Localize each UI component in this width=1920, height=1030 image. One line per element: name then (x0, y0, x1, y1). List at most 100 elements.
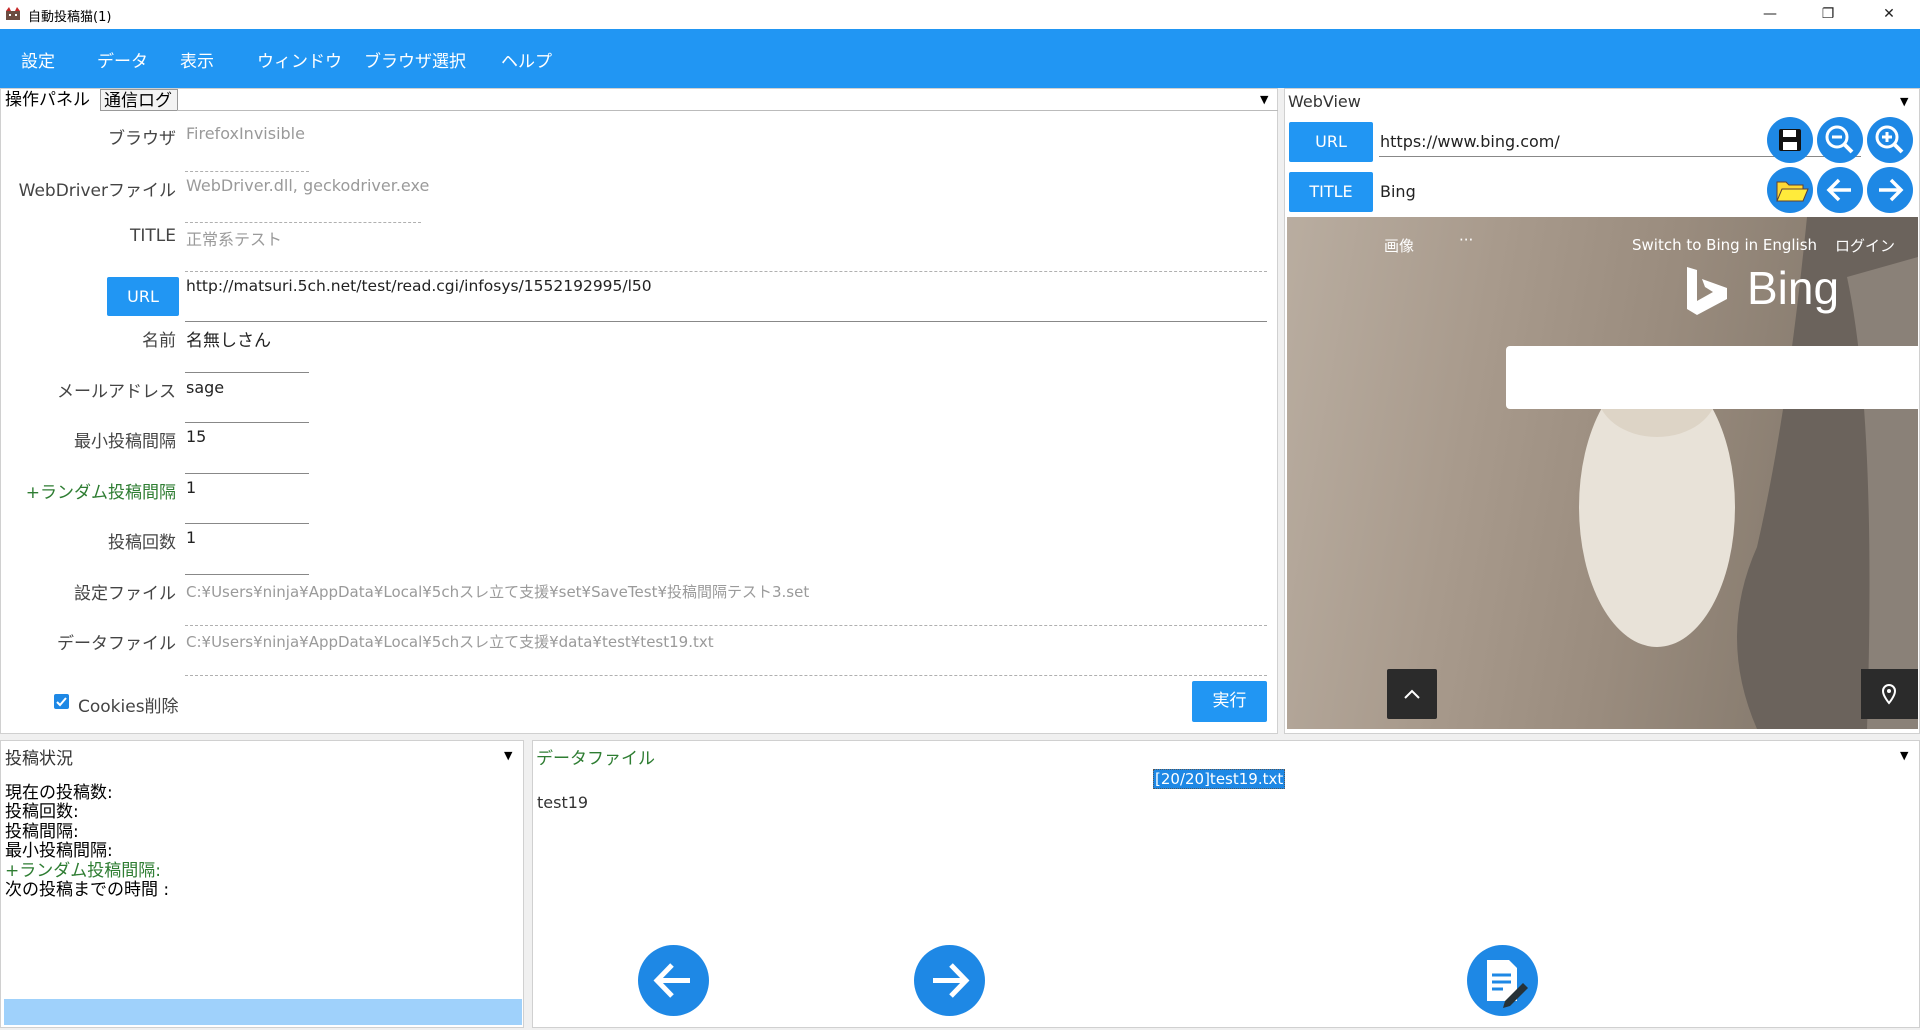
cookies-checkbox[interactable] (54, 694, 69, 709)
divider (185, 422, 309, 423)
location-pin-icon (1881, 683, 1897, 705)
data-file-value: C:¥Users¥ninja¥AppData¥Local¥5chスレ立て支援¥d… (186, 633, 714, 651)
zoom-out-button[interactable] (1817, 117, 1863, 163)
divider (185, 372, 309, 373)
menu-data[interactable]: データ (97, 47, 148, 72)
title-value: 正常系テスト (186, 230, 283, 249)
save-button[interactable] (1767, 117, 1813, 163)
random-interval-label-text: +ランダム投稿間隔 (25, 483, 176, 503)
bing-nav-images[interactable]: 画像 (1384, 235, 1414, 256)
settings-file-value: C:¥Users¥ninja¥AppData¥Local¥5chスレ立て支援¥s… (186, 583, 810, 601)
title-label: TITLE (130, 226, 176, 246)
status-next-post-time: 次の投稿までの時間 : (5, 880, 170, 900)
divider (185, 574, 309, 575)
divider (185, 321, 1267, 322)
close-button[interactable]: ✕ (1866, 0, 1912, 29)
bing-nav-more[interactable]: ··· (1459, 231, 1473, 249)
divider (185, 473, 309, 474)
scroll-top-button[interactable] (1387, 669, 1437, 719)
control-panel: 操作パネル 通信ログ ▼ ブラウザ FirefoxInvisible WebDr… (0, 88, 1278, 734)
name-input[interactable]: 名無しさん (186, 326, 271, 351)
run-button[interactable]: 実行 (1192, 681, 1267, 722)
post-status-header: 投稿状況 (5, 749, 73, 769)
divider (185, 171, 309, 172)
zoom-in-button[interactable] (1867, 117, 1913, 163)
divider (185, 271, 1267, 272)
webview-url-button[interactable]: URL (1289, 122, 1373, 162)
status-post-interval: 投稿間隔: (5, 822, 79, 842)
data-prev-button[interactable] (638, 945, 709, 1016)
webview-url-input[interactable]: https://www.bing.com/ (1380, 132, 1560, 151)
status-current-posts: 現在の投稿数: (5, 783, 113, 803)
arrow-right-icon (933, 963, 970, 998)
settings-file-label: 設定ファイル (74, 584, 176, 604)
url-input[interactable]: http://matsuri.5ch.net/test/read.cgi/inf… (186, 277, 652, 295)
save-icon (1779, 129, 1801, 151)
webdriver-label: WebDriverファイル (18, 181, 176, 201)
bing-logo-text: Bing (1747, 262, 1840, 314)
edit-document-icon (1487, 960, 1528, 1008)
cookies-checkbox-label[interactable]: Cookies削除 (78, 692, 179, 717)
name-label: 名前 (142, 331, 176, 351)
zoom-in-icon (1875, 125, 1904, 154)
folder-icon (1776, 181, 1809, 202)
menu-settings[interactable]: 設定 (21, 47, 55, 72)
menu-view[interactable]: 表示 (180, 47, 214, 72)
menu-window[interactable]: ウィンドウ (257, 47, 342, 72)
webview-title-button[interactable]: TITLE (1289, 172, 1373, 212)
bing-search-box[interactable] (1506, 346, 1918, 409)
minimize-button[interactable]: — (1747, 0, 1793, 29)
data-file-indicator: [20/20]test19.txt (1153, 769, 1286, 789)
arrow-left-icon (653, 963, 690, 998)
webview-forward-button[interactable] (1867, 167, 1913, 213)
post-count-input[interactable]: 1 (186, 528, 196, 547)
divider (185, 625, 1267, 626)
restore-button[interactable]: ❐ (1805, 0, 1851, 29)
webview-header: WebView (1288, 92, 1361, 111)
divider (185, 222, 421, 223)
status-min-interval: 最小投稿間隔: (5, 841, 113, 861)
random-interval-label: +ランダム投稿間隔 (1, 478, 176, 503)
checkmark-icon (56, 697, 67, 707)
email-label: メールアドレス (57, 382, 176, 402)
tab-comm-log[interactable]: 通信ログ (100, 89, 178, 111)
status-post-count: 投稿回数: (5, 802, 79, 822)
data-file-content[interactable]: test19 (537, 793, 588, 812)
email-input[interactable]: sage (186, 378, 224, 397)
app-cat-icon (6, 7, 20, 20)
min-interval-input[interactable]: 15 (186, 427, 206, 446)
open-folder-button[interactable] (1767, 167, 1813, 213)
post-status-dropdown-icon[interactable]: ▼ (504, 749, 512, 762)
min-interval-label: 最小投稿間隔 (74, 432, 176, 452)
arrow-left-icon (1826, 178, 1851, 202)
location-button[interactable] (1861, 669, 1918, 719)
data-next-button[interactable] (914, 945, 985, 1016)
bing-login[interactable]: ログイン (1835, 235, 1895, 256)
status-random-interval: +ランダム投稿間隔: (5, 861, 161, 881)
progress-bar (4, 999, 522, 1025)
title-bar: 自動投稿猫(1) — ❐ ✕ (0, 0, 1920, 29)
webview-dropdown-icon[interactable]: ▼ (1900, 95, 1908, 108)
tab-underline (177, 110, 1278, 111)
post-count-label: 投稿回数 (108, 533, 176, 553)
data-file-panel: データファイル ▼ [20/20]test19.txt test19 (532, 740, 1920, 1028)
menu-bar: 設定 データ 表示 ウィンドウ ブラウザ選択 ヘルプ (0, 29, 1920, 88)
post-status-panel: 投稿状況 ▼ 現在の投稿数: 投稿回数: 投稿間隔: 最小投稿間隔: +ランダム… (0, 740, 524, 1028)
url-button[interactable]: URL (107, 277, 179, 316)
browser-label: ブラウザ (108, 129, 176, 149)
data-file-dropdown-icon[interactable]: ▼ (1900, 749, 1908, 762)
bing-switch-english[interactable]: Switch to Bing in English (1632, 236, 1817, 254)
webdriver-value: WebDriver.dll, geckodriver.exe (186, 176, 430, 195)
arrow-right-icon (1879, 178, 1904, 202)
random-interval-input[interactable]: 1 (186, 478, 196, 497)
window-title: 自動投稿猫(1) (28, 10, 112, 25)
panel-dropdown-icon[interactable]: ▼ (1260, 93, 1268, 106)
zoom-out-icon (1825, 125, 1854, 154)
webview-back-button[interactable] (1817, 167, 1863, 213)
menu-help[interactable]: ヘルプ (501, 47, 552, 72)
data-edit-button[interactable] (1467, 945, 1538, 1016)
menu-browser-select[interactable]: ブラウザ選択 (364, 47, 466, 72)
data-file-label: データファイル (57, 634, 176, 654)
tab-operation-panel[interactable]: 操作パネル (5, 89, 90, 111)
webview-content[interactable]: 画像 ··· Switch to Bing in English ログイン Bi… (1287, 217, 1918, 729)
